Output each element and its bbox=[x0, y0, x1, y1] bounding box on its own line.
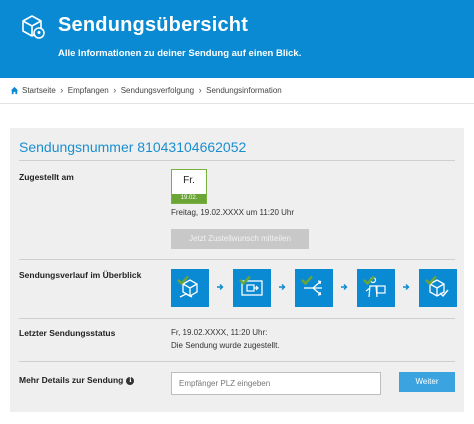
delivered-label: Zugestellt am bbox=[19, 172, 74, 182]
status-datetime: Fr, 19.02.XXXX, 11:20 Uhr: bbox=[171, 328, 268, 337]
page-header: Sendungsübersicht Alle Informationen zu … bbox=[0, 0, 474, 78]
package-location-icon bbox=[22, 15, 45, 39]
delivery-day: Fr. bbox=[183, 175, 195, 186]
page-subtitle: Alle Informationen zu deiner Sendung auf… bbox=[58, 48, 302, 59]
divider bbox=[19, 318, 455, 319]
arrow-right-icon bbox=[403, 284, 410, 290]
breadcrumb-tracking[interactable]: Sendungsverfolgung bbox=[121, 86, 194, 95]
breadcrumb-divider bbox=[0, 103, 474, 104]
breadcrumb-home[interactable]: Startseite bbox=[22, 86, 56, 95]
step-parcel-received bbox=[171, 269, 209, 307]
step-delivery-person bbox=[357, 269, 395, 307]
home-icon[interactable] bbox=[10, 86, 19, 95]
shipment-panel: Sendungsnummer 81043104662052 Zugestellt… bbox=[10, 128, 464, 412]
check-icon bbox=[425, 275, 437, 285]
check-icon bbox=[239, 275, 251, 285]
status-label: Letzter Sendungsstatus bbox=[19, 328, 116, 338]
delivery-date-badge: Fr. 19.02. bbox=[171, 169, 207, 204]
details-label: Mehr Details zur Sendung i bbox=[19, 375, 135, 385]
details-label-text: Mehr Details zur Sendung bbox=[19, 375, 124, 385]
plz-input[interactable] bbox=[171, 372, 381, 395]
delivery-wish-button[interactable]: Jetzt Zustellwunsch mitteilen bbox=[171, 229, 309, 249]
check-icon bbox=[301, 275, 313, 285]
info-icon[interactable]: i bbox=[126, 377, 135, 385]
status-message: Die Sendung wurde zugestellt. bbox=[171, 341, 280, 350]
chevron-right-icon: › bbox=[60, 85, 64, 95]
arrow-right-icon bbox=[341, 284, 348, 290]
chevron-right-icon: › bbox=[113, 85, 117, 95]
arrow-right-icon bbox=[217, 284, 224, 290]
breadcrumb-receive[interactable]: Empfangen bbox=[68, 86, 109, 95]
step-transport bbox=[233, 269, 271, 307]
arrow-right-icon bbox=[279, 284, 286, 290]
check-icon bbox=[177, 275, 189, 285]
divider bbox=[19, 361, 455, 362]
step-delivered bbox=[419, 269, 457, 307]
tracking-steps bbox=[171, 269, 461, 307]
divider bbox=[19, 160, 455, 161]
continue-button[interactable]: Weiter bbox=[399, 372, 455, 392]
shipment-number: Sendungsnummer 81043104662052 bbox=[19, 139, 247, 155]
check-icon bbox=[363, 275, 375, 285]
delivery-date: 19.02. bbox=[172, 194, 206, 203]
page-title: Sendungsübersicht bbox=[58, 14, 249, 36]
step-sorting bbox=[295, 269, 333, 307]
chevron-right-icon: › bbox=[198, 85, 202, 95]
delivery-datetime: Freitag, 19.02.XXXX um 11:20 Uhr bbox=[171, 208, 295, 217]
breadcrumb: Startseite › Empfangen › Sendungsverfolg… bbox=[10, 84, 282, 96]
history-label: Sendungsverlauf im Überblick bbox=[19, 270, 142, 280]
divider bbox=[19, 259, 455, 260]
breadcrumb-current: Sendungsinformation bbox=[206, 85, 282, 95]
